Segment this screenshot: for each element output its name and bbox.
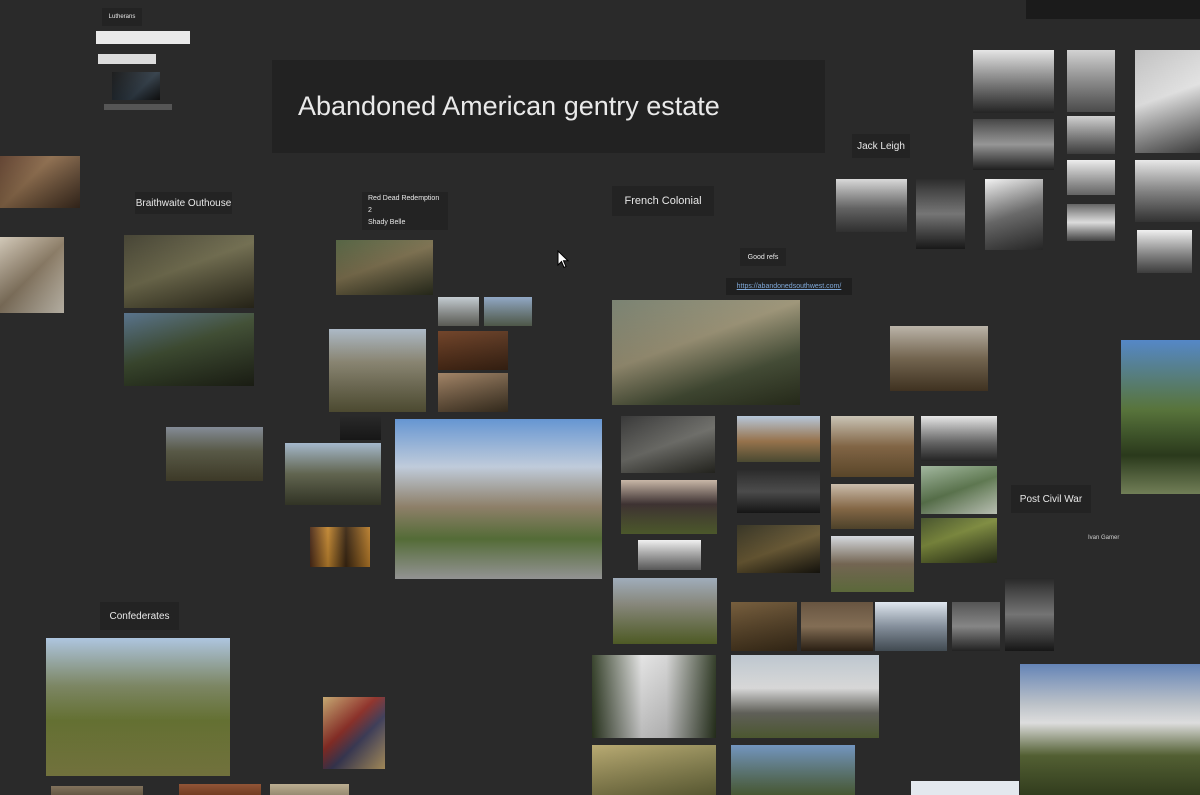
bw-house-photo-1[interactable]: [973, 50, 1054, 113]
moodboard-canvas[interactable]: Lutherans Abandoned American gentry esta…: [0, 0, 1200, 795]
historical-marker-photo[interactable]: [46, 638, 230, 776]
porch-photo[interactable]: [592, 745, 716, 795]
cemetery-photo[interactable]: [166, 427, 263, 481]
estate-lawn-photo[interactable]: [731, 745, 855, 795]
outhouse-photo-1[interactable]: [124, 235, 254, 308]
mansion-main-photo[interactable]: [395, 419, 602, 579]
house-grid-photo-5[interactable]: [621, 480, 717, 534]
interior-photo[interactable]: [0, 156, 80, 208]
bw-oak-photo[interactable]: [836, 179, 907, 232]
house-grid-photo-8[interactable]: [921, 466, 997, 514]
house-grid-photo-10[interactable]: [737, 525, 820, 573]
bw-cross-photo[interactable]: [1067, 204, 1115, 241]
outhouse-photo-2[interactable]: [124, 313, 254, 386]
house-grid-photo-7[interactable]: [831, 484, 914, 529]
tiny-note[interactable]: Ivan Gamer: [1088, 535, 1119, 541]
label-lutherans[interactable]: Lutherans: [102, 8, 142, 26]
house-grid-photo-4[interactable]: [921, 416, 997, 461]
bw-statue-photo[interactable]: [1135, 50, 1200, 153]
label-french-colonial[interactable]: French Colonial: [612, 186, 714, 216]
text-note-white[interactable]: [96, 31, 190, 44]
church-photo[interactable]: [613, 578, 717, 644]
top-right-toolbar: [1026, 0, 1200, 19]
camera-thumbnail[interactable]: [112, 72, 160, 100]
bw-porch-photo[interactable]: [1067, 116, 1115, 154]
mouse-pointer-icon: [557, 250, 570, 269]
pantry-jars-photo[interactable]: [310, 527, 370, 567]
bw-tree-photo[interactable]: [973, 119, 1054, 170]
house-grid-photo-3[interactable]: [831, 416, 914, 477]
cypress-swamp-photo[interactable]: [875, 602, 947, 651]
house-grid-photo-6[interactable]: [737, 470, 820, 513]
small-house-photo-2[interactable]: [484, 297, 532, 326]
partial-photo-2[interactable]: [179, 784, 261, 795]
bw-plantation-photo[interactable]: [1135, 160, 1200, 222]
white-house-photo[interactable]: [592, 655, 716, 738]
victorian-house-photo[interactable]: [285, 443, 381, 505]
partial-photo-3[interactable]: [270, 784, 349, 795]
dark-photo[interactable]: [340, 416, 381, 440]
thumbnail-caption: [104, 104, 172, 110]
plantation-house-photo[interactable]: [329, 329, 426, 412]
bw-church-photo[interactable]: [1067, 160, 1115, 195]
label-confederates[interactable]: Confederates: [100, 602, 179, 630]
cannon-monument-photo[interactable]: [890, 326, 988, 391]
label-braithwaite-outhouse[interactable]: Braithwaite Outhouse: [135, 192, 232, 214]
overgrown-interior-photo[interactable]: [731, 602, 797, 651]
victorian-mansion-photo[interactable]: [1020, 664, 1200, 795]
bw-house-photo-3[interactable]: [1137, 230, 1192, 273]
text-note-small[interactable]: [98, 54, 156, 64]
house-grid-photo-9[interactable]: [638, 540, 701, 570]
small-house-photo-1[interactable]: [438, 297, 479, 326]
board-title[interactable]: Abandoned American gentry estate: [272, 60, 825, 153]
french-colonial-photo[interactable]: [612, 300, 800, 405]
house-grid-photo-11[interactable]: [831, 536, 914, 592]
house-grid-photo-2[interactable]: [737, 416, 820, 462]
house-grid-photo-1[interactable]: [621, 416, 715, 473]
shady-belle-photo[interactable]: [336, 240, 433, 295]
monument-photo[interactable]: [952, 602, 1000, 651]
oak-alley-photo[interactable]: [921, 518, 997, 563]
interior-dark-photo[interactable]: [438, 331, 508, 370]
label-post-civil-war[interactable]: Post Civil War: [1011, 485, 1091, 513]
reference-link[interactable]: https://abandonedsouthwest.com/: [726, 278, 852, 295]
statue-arch-photo[interactable]: [1005, 578, 1054, 651]
bw-house-photo-2[interactable]: [1067, 50, 1115, 112]
forest-path-photo[interactable]: [438, 373, 508, 412]
columned-mansion-photo[interactable]: [731, 655, 879, 738]
cabinet-photo[interactable]: [0, 237, 64, 313]
label-good-refs[interactable]: Good refs: [740, 248, 786, 266]
label-jack-leigh[interactable]: Jack Leigh: [852, 134, 910, 158]
tall-tree-house-photo[interactable]: [1121, 340, 1200, 494]
bw-grave-photo[interactable]: [916, 179, 965, 249]
staircase-photo[interactable]: [801, 602, 873, 651]
partial-photo-1[interactable]: [51, 786, 143, 795]
partial-photo-bottom[interactable]: [911, 781, 1019, 795]
bw-ruin-photo[interactable]: [985, 179, 1043, 250]
label-red-dead-shady-belle[interactable]: Red Dead Redemption 2 Shady Belle: [362, 192, 448, 230]
confederate-flag-photo[interactable]: [323, 697, 385, 769]
